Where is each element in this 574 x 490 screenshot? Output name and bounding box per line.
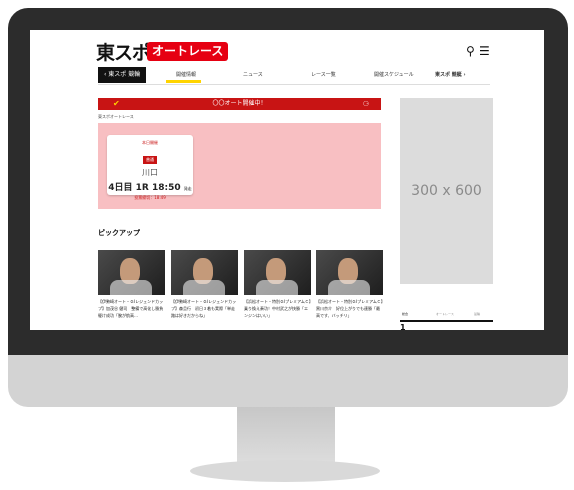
pickup-item[interactable]: 【浜松オート・特別ＧⅠプレミアムＣ】乗り換え奏功！中村武之が快勝「エンジンはいい…	[244, 250, 311, 319]
nav-item-kyotei[interactable]: 東スポ 競艇 ›	[435, 67, 466, 83]
nav-back-label: ‹ 東スポ 競輪	[104, 71, 141, 78]
ad-placeholder[interactable]: 300 x 600	[400, 98, 493, 284]
race-panel: 本日開催 普通 川口 4日目 1R 18:50 発走 投票締切：18:49	[98, 123, 381, 209]
pickup-text: 【伊勢崎オート・ＧⅠレジェンドカップ】森且行 初日３着も実際「単走路は好きだから…	[171, 299, 237, 318]
race-card-time: 4日目 1R 18:50 発走	[107, 180, 193, 193]
pickup-item[interactable]: 【浜松オート・特別ＧⅠプレミアムＣ】黒川京介 好位上がりでも連勝「最高です、バッ…	[316, 250, 383, 319]
nav-item-news[interactable]: ニュース	[243, 67, 263, 83]
breadcrumb[interactable]: 東スポオートレース	[98, 114, 134, 120]
ranking-tab[interactable]: オートレース	[436, 312, 454, 316]
monitor-chin	[8, 355, 568, 407]
pickup-thumbnail	[98, 250, 165, 295]
pickup-thumbnail	[171, 250, 238, 295]
nav-back-keirin[interactable]: ‹ 東スポ 競輪	[98, 67, 146, 83]
nav-item-race-list[interactable]: レース一覧	[311, 67, 336, 83]
race-number: 1R	[135, 183, 149, 193]
race-day: 4日目	[108, 183, 133, 193]
menu-icon[interactable]: ☰	[479, 44, 490, 58]
pickup-text: 【浜松オート・特別ＧⅠプレミアムＣ】乗り換え奏功！中村武之が快勝「エンジンはいい…	[244, 299, 311, 318]
race-deadline: 投票締切：18:49	[134, 195, 166, 200]
race-card-venue: 川口	[142, 168, 158, 177]
race-card-label: 本日開催	[142, 140, 158, 145]
nav-active-underline	[166, 80, 201, 83]
ranking-tab[interactable]: 総合	[402, 312, 408, 316]
pickup-text: 【伊勢崎オート・ＧⅠレジェンドカップ】加茂谷 健司 整備で高化し勝負駆け成功「腕…	[98, 299, 164, 318]
race-start: 18:50	[151, 183, 181, 193]
monitor-base	[190, 460, 380, 482]
nav-item-schedule[interactable]: 開催スケジュール	[374, 67, 414, 83]
monitor-stand	[237, 407, 335, 462]
banner-text: 〇〇オート開催中！	[212, 100, 267, 107]
site-logo-badge[interactable]: オートレース	[147, 42, 229, 61]
pickup-thumbnail	[316, 250, 383, 295]
race-card[interactable]: 本日開催 普通 川口 4日目 1R 18:50 発走 投票締切：18:49	[107, 135, 193, 200]
site-logo[interactable]: 東スポ	[96, 38, 151, 65]
browser-screen: 東スポ オートレース ⚲ ☰ ‹ 東スポ 競輪 開催情報 ニュース レース一覧 …	[30, 30, 544, 330]
race-card-tag: 普通	[143, 156, 157, 164]
ranking-tab[interactable]: 競輪	[474, 312, 480, 316]
ranking-number: 1	[400, 323, 406, 330]
pickup-thumbnail	[244, 250, 311, 295]
live-banner[interactable]: ✔ 〇〇オート開催中！ ⚆	[98, 98, 381, 110]
race-start-suffix: 発走	[183, 186, 192, 191]
pickup-item[interactable]: 【伊勢崎オート・ＧⅠレジェンドカップ】森且行 初日３着も実際「単走路は好きだから…	[171, 250, 238, 319]
motorcycle-icon: ⚆	[362, 100, 369, 108]
pickup-title: ピックアップ	[98, 229, 140, 237]
search-icon[interactable]: ⚲	[466, 44, 475, 58]
pickup-item[interactable]: 【伊勢崎オート・ＧⅠレジェンドカップ】加茂谷 健司 整備で高化し勝負駆け成功「腕…	[98, 250, 165, 319]
ranking-tabs: 総合 オートレース 競輪	[400, 312, 493, 322]
pickup-text: 【浜松オート・特別ＧⅠプレミアムＣ】黒川京介 好位上がりでも連勝「最高です、バッ…	[316, 299, 383, 318]
check-icon: ✔	[113, 99, 120, 108]
main-nav: ‹ 東スポ 競輪 開催情報 ニュース レース一覧 開催スケジュール 東スポ 競艇…	[98, 67, 490, 85]
